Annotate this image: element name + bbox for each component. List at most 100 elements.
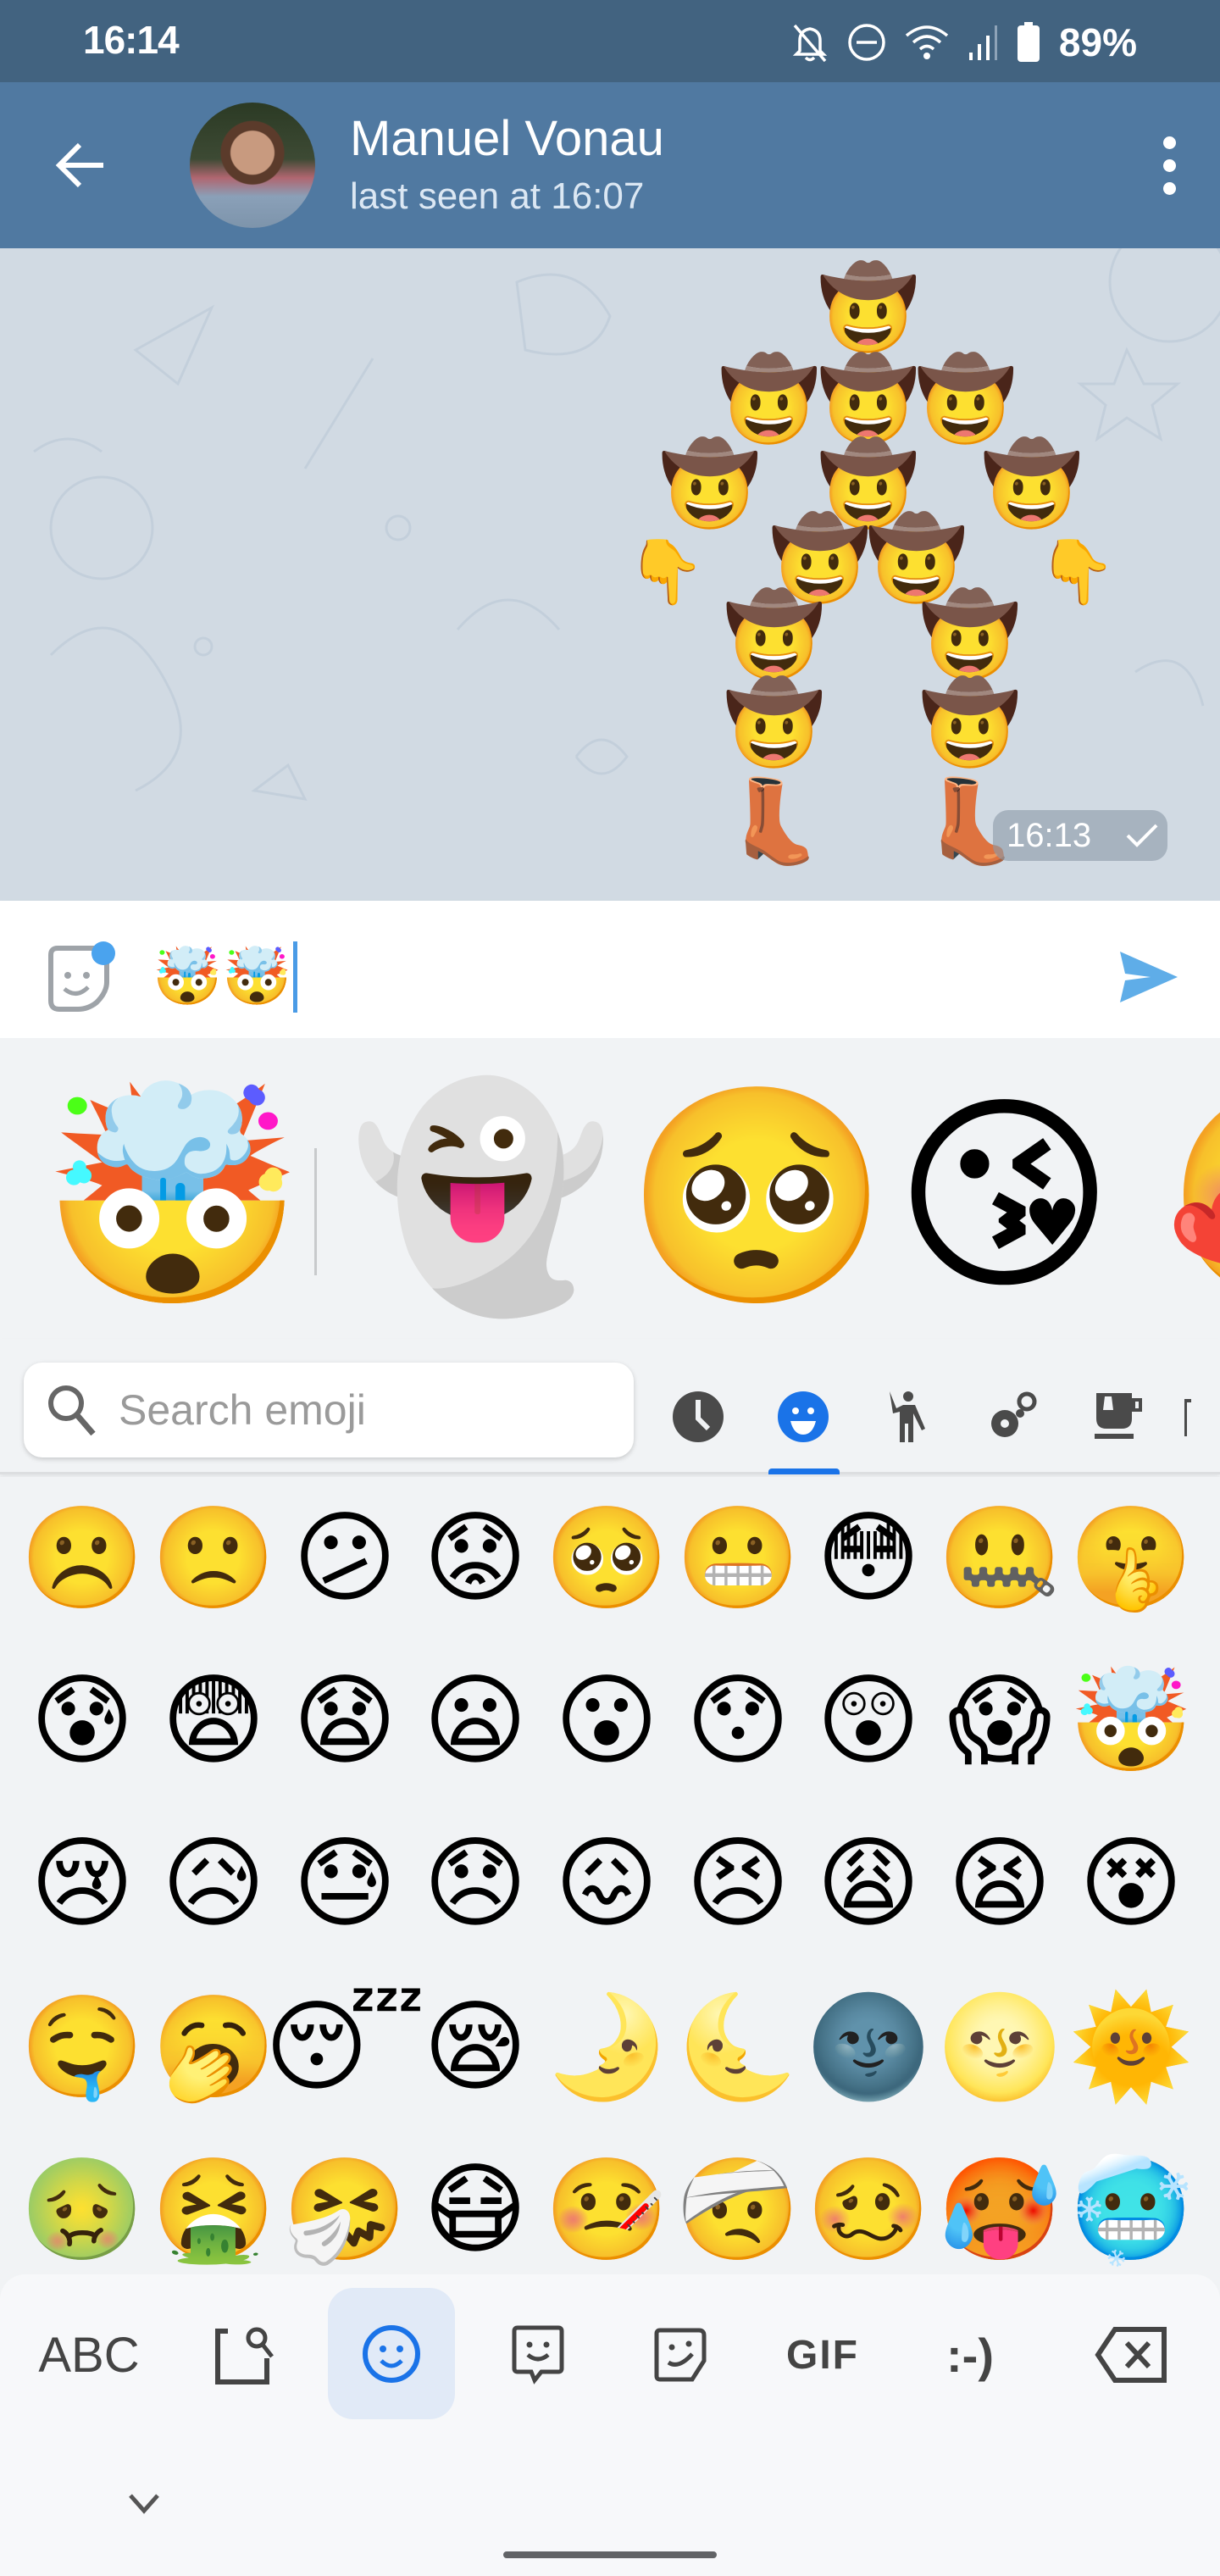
category-smileys-tab[interactable] bbox=[769, 1383, 837, 1451]
emoji-cell[interactable]: 🤮 bbox=[148, 2129, 279, 2275]
suggestion-item[interactable]: 😘 bbox=[894, 1091, 1115, 1302]
sticker-search-icon bbox=[215, 2327, 274, 2384]
emoji-kitchen-button[interactable] bbox=[483, 2291, 593, 2418]
hide-keyboard-button[interactable] bbox=[119, 2483, 169, 2525]
emoji-cell[interactable]: 🤤 bbox=[17, 1966, 147, 2127]
emoji-cell[interactable]: 🥴 bbox=[803, 2129, 934, 2275]
category-nature-tab[interactable] bbox=[979, 1383, 1047, 1451]
emoji-cell[interactable]: 😩 bbox=[803, 1802, 934, 1963]
emoji-cell[interactable]: 🤧 bbox=[280, 2129, 410, 2275]
chat-area[interactable]: 🤠 🤠 🤠 🤠 🤠 🤠 🤠 👇 🤠 🤠 👇 🤠 🤠 🤠 🤠 👢 👢 16:13 bbox=[0, 248, 1220, 901]
emoji-cell[interactable]: ☹️ bbox=[17, 1477, 147, 1638]
send-button[interactable] bbox=[1110, 943, 1186, 1011]
home-indicator[interactable] bbox=[503, 2551, 717, 2558]
emoji-cell[interactable]: 😱 bbox=[934, 1640, 1065, 1801]
emoji-cell[interactable]: 🌛 bbox=[541, 1966, 672, 2127]
emoji-cell[interactable]: 🥱 bbox=[148, 1966, 279, 2127]
emoji-cell[interactable]: 😓 bbox=[280, 1802, 410, 1963]
do-not-disturb-icon bbox=[848, 24, 885, 61]
emoji-cell[interactable]: 🤐 bbox=[934, 1477, 1065, 1638]
emoji-cell[interactable]: 😦 bbox=[410, 1640, 541, 1801]
emoji-grid[interactable]: ☹️ 🙁 😕 😟 🥺 😬 😳 🤐 🤫 😰 😨 😧 😦 😮 😯 😲 😱 🤯 😢 😥 😓 😞 😖 😣 😩 😫 😵 🤤 🥱 😴 😪 🌛 🌜 🌚 🌝 🌞 🤢 🤮 🤧… bbox=[0, 1477, 1220, 2275]
emoji-kitchen-suggestions: 🤯 👻 🥺 😘 🥰 bbox=[0, 1038, 1220, 1339]
emoji-cell[interactable]: 🌝 bbox=[934, 1966, 1065, 2127]
clock-icon bbox=[673, 1391, 724, 1442]
message-emoji-cowboy: 🤠 bbox=[915, 352, 1017, 447]
sticker-icon bbox=[654, 2328, 707, 2382]
status-bar: 16:14 89% bbox=[0, 0, 1220, 82]
emoticon-button[interactable]: :-) bbox=[915, 2291, 1025, 2418]
message-emoji-cowboy: 🤠 bbox=[818, 260, 919, 355]
more-vert-icon-dot bbox=[1162, 158, 1176, 172]
message-emoji-cowboy: 🤠 bbox=[981, 436, 1083, 531]
contact-avatar[interactable] bbox=[190, 103, 315, 228]
emoji-cell[interactable]: 😬 bbox=[673, 1477, 803, 1638]
chat-header: Manuel Vonau last seen at 16:07 bbox=[0, 82, 1220, 248]
emoji-cell[interactable]: 😧 bbox=[280, 1640, 410, 1801]
suggestion-item[interactable]: 👻 bbox=[349, 1091, 613, 1302]
keyboard-toolbar: ABC GIF :-) bbox=[0, 2274, 1220, 2576]
emoji-cell[interactable]: 🌚 bbox=[803, 1966, 934, 2127]
emoji-cell[interactable]: 🤫 bbox=[1066, 1477, 1196, 1638]
more-options-button[interactable] bbox=[1144, 123, 1195, 208]
suggestion-item[interactable]: 🥺 bbox=[625, 1091, 889, 1302]
backspace-button[interactable] bbox=[1076, 2291, 1186, 2418]
gif-button[interactable]: GIF bbox=[768, 2291, 878, 2418]
suggestion-item[interactable]: 🤯 bbox=[41, 1091, 304, 1302]
emoji-cell[interactable]: 😖 bbox=[541, 1802, 672, 1963]
signal-icon bbox=[968, 25, 997, 60]
category-travel-tab[interactable] bbox=[1183, 1383, 1220, 1451]
emoji-cell[interactable]: 🌞 bbox=[1066, 1966, 1196, 2127]
emoji-cell[interactable]: 🙁 bbox=[148, 1477, 279, 1638]
emoji-cell[interactable]: 🤒 bbox=[541, 2129, 672, 2275]
emoji-cell[interactable]: 🥺 bbox=[541, 1477, 672, 1638]
category-recent-tab[interactable] bbox=[664, 1383, 732, 1451]
emoji-cell[interactable]: 🌜 bbox=[673, 1966, 803, 2127]
emoji-cell[interactable]: 😕 bbox=[280, 1477, 410, 1638]
message-input-bar: 🤯🤯 bbox=[0, 901, 1220, 1038]
sticker-button-kbd[interactable] bbox=[625, 2291, 735, 2418]
emoji-cell[interactable]: 😪 bbox=[410, 1966, 541, 2127]
emoji-button[interactable] bbox=[328, 2288, 455, 2419]
message-time: 16:13 bbox=[1006, 816, 1092, 854]
message-emoji-cowboy: 🤠 bbox=[818, 352, 919, 447]
emoji-cell[interactable]: 🤕 bbox=[673, 2129, 803, 2275]
emoji-cell[interactable]: 😴 bbox=[264, 1966, 424, 2127]
emoji-cell[interactable]: 😢 bbox=[17, 1802, 147, 1963]
emoji-cell[interactable]: 😨 bbox=[148, 1640, 279, 1801]
category-people-tab[interactable] bbox=[874, 1383, 942, 1451]
emoji-message[interactable]: 🤠 🤠 🤠 🤠 🤠 🤠 🤠 👇 🤠 🤠 👇 🤠 🤠 🤠 🤠 👢 👢 bbox=[627, 265, 1186, 892]
emoji-cell[interactable]: 😫 bbox=[934, 1802, 1065, 1963]
smiley-icon bbox=[778, 1391, 829, 1442]
emoji-cell[interactable]: 😵 bbox=[1066, 1802, 1196, 1963]
sticker-icon bbox=[48, 941, 115, 1012]
back-button[interactable] bbox=[42, 131, 119, 199]
flower-icon bbox=[991, 1391, 1037, 1437]
sticker-button[interactable] bbox=[42, 938, 119, 1014]
category-food-tab[interactable] bbox=[1086, 1383, 1154, 1451]
contact-last-seen: last seen at 16:07 bbox=[350, 175, 645, 217]
emoji-cell[interactable]: 😳 bbox=[803, 1477, 934, 1638]
message-emoji-cowboy: 🤠 bbox=[919, 675, 1021, 770]
suggestion-item[interactable]: 🥰 bbox=[1165, 1091, 1220, 1302]
message-emoji-cowboy: 🤠 bbox=[919, 587, 1021, 682]
abc-button[interactable]: ABC bbox=[25, 2291, 152, 2418]
emoji-cell[interactable]: 😰 bbox=[17, 1640, 147, 1801]
text-caret bbox=[293, 941, 298, 1013]
emoji-cell[interactable]: 😟 bbox=[410, 1477, 541, 1638]
emoji-cell[interactable]: 😯 bbox=[673, 1640, 803, 1801]
emoji-cell[interactable]: 😷 bbox=[410, 2129, 541, 2275]
emoji-cell[interactable]: 😞 bbox=[410, 1802, 541, 1963]
emoji-cell[interactable]: 🥵 bbox=[934, 2129, 1065, 2275]
message-input[interactable]: 🤯🤯 bbox=[152, 941, 298, 1013]
emoji-search-input[interactable]: Search emoji bbox=[24, 1363, 634, 1457]
emoji-cell[interactable]: 😮 bbox=[541, 1640, 672, 1801]
emoji-cell[interactable]: 🥶 bbox=[1066, 2129, 1196, 2275]
contact-name[interactable]: Manuel Vonau bbox=[350, 110, 664, 167]
emoji-cell[interactable]: 😥 bbox=[148, 1802, 279, 1963]
emoji-cell[interactable]: 😲 bbox=[803, 1640, 934, 1801]
emoji-cell[interactable]: 🤢 bbox=[17, 2129, 147, 2275]
emoji-cell[interactable]: 😣 bbox=[673, 1802, 803, 1963]
emoji-cell[interactable]: 🤯 bbox=[1066, 1640, 1196, 1801]
emoji-search-button[interactable] bbox=[191, 2291, 302, 2418]
